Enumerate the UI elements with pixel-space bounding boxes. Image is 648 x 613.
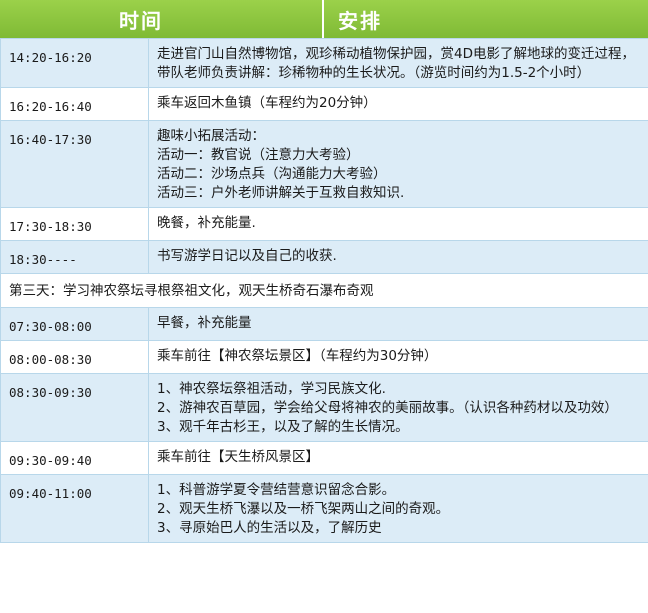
schedule-document: 时间 安排 14:20-16:20 走进官门山自然博物馆，观珍稀动植物保护园，赏…	[0, 0, 648, 613]
plan-line: 活动三：户外老师讲解关于互救自救知识.	[157, 185, 405, 201]
day-heading-row: 第三天：学习神农祭坛寻根祭祖文化，观天生桥奇石瀑布奇观	[0, 273, 648, 308]
plan-line: 1、神农祭坛祭祖活动，学习民族文化.	[157, 381, 386, 397]
row-plan: 走进官门山自然博物馆，观珍稀动植物保护园，赏4D电影了解地球的变迁过程，带队老师…	[148, 38, 648, 88]
table-row: 08:30-09:30 1、神农祭坛祭祖活动，学习民族文化. 2、游神农百草园，…	[0, 373, 648, 442]
row-time: 08:30-09:30	[0, 373, 149, 442]
row-plan: 1、科普游学夏令营结营意识留念合影。 2、观天生桥飞瀑以及一桥飞架两山之间的奇观…	[148, 474, 648, 543]
row-plan: 1、神农祭坛祭祖活动，学习民族文化. 2、游神农百草园，学会给父母将神农的美丽故…	[148, 373, 648, 442]
row-time: 09:40-11:00	[0, 474, 149, 543]
row-time: 17:30-18:30	[0, 207, 149, 241]
plan-line: 乘车前往【神农祭坛景区】（车程约为30分钟）	[157, 348, 438, 364]
plan-line: 3、寻原始巴人的生活以及，了解历史	[157, 520, 382, 536]
header-time: 时间	[0, 0, 324, 38]
row-plan: 趣味小拓展活动： 活动一：教官说（注意力大考验） 活动二：沙场点兵（沟通能力大考…	[148, 120, 648, 208]
plan-line: 趣味小拓展活动：	[157, 128, 265, 144]
plan-line: 2、观天生桥飞瀑以及一桥飞架两山之间的奇观。	[157, 501, 450, 517]
table-row: 09:30-09:40 乘车前往【天生桥风景区】	[0, 441, 648, 475]
table-row: 14:20-16:20 走进官门山自然博物馆，观珍稀动植物保护园，赏4D电影了解…	[0, 38, 648, 88]
plan-line: 活动一：教官说（注意力大考验）	[157, 147, 360, 163]
table-row: 07:30-08:00 早餐，补充能量	[0, 307, 648, 341]
row-time: 16:40-17:30	[0, 120, 149, 208]
plan-line: 2、游神农百草园，学会给父母将神农的美丽故事。（认识各种药材以及功效）	[157, 400, 618, 416]
row-plan: 乘车前往【天生桥风景区】	[148, 441, 648, 475]
row-plan: 晚餐，补充能量.	[148, 207, 648, 241]
table-row: 08:00-08:30 乘车前往【神农祭坛景区】（车程约为30分钟）	[0, 340, 648, 374]
row-time: 08:00-08:30	[0, 340, 149, 374]
table-header: 时间 安排	[0, 0, 648, 38]
row-time: 09:30-09:40	[0, 441, 149, 475]
schedule-table: 14:20-16:20 走进官门山自然博物馆，观珍稀动植物保护园，赏4D电影了解…	[0, 38, 648, 543]
row-time: 14:20-16:20	[0, 38, 149, 88]
row-plan: 乘车前往【神农祭坛景区】（车程约为30分钟）	[148, 340, 648, 374]
plan-line: 活动二：沙场点兵（沟通能力大考验）	[157, 166, 387, 182]
table-row: 17:30-18:30 晚餐，补充能量.	[0, 207, 648, 241]
plan-line: 1、科普游学夏令营结营意识留念合影。	[157, 482, 396, 498]
table-row: 16:20-16:40 乘车返回木鱼镇（车程约为20分钟）	[0, 87, 648, 121]
plan-line: 走进官门山自然博物馆，观珍稀动植物保护园，赏4D电影了解地球的变迁过程，带队老师…	[157, 46, 635, 81]
row-time: 18:30----	[0, 240, 149, 274]
plan-line: 晚餐，补充能量.	[157, 215, 256, 231]
table-row: 16:40-17:30 趣味小拓展活动： 活动一：教官说（注意力大考验） 活动二…	[0, 120, 648, 208]
plan-line: 乘车返回木鱼镇（车程约为20分钟）	[157, 95, 377, 111]
plan-line: 早餐，补充能量	[157, 315, 252, 331]
row-plan: 书写游学日记以及自己的收获.	[148, 240, 648, 274]
row-plan: 早餐，补充能量	[148, 307, 648, 341]
row-plan: 乘车返回木鱼镇（车程约为20分钟）	[148, 87, 648, 121]
row-time: 16:20-16:40	[0, 87, 149, 121]
plan-line: 3、观千年古杉王，以及了解的生长情况。	[157, 419, 409, 435]
table-row: 18:30---- 书写游学日记以及自己的收获.	[0, 240, 648, 274]
header-plan: 安排	[338, 8, 382, 33]
table-row: 09:40-11:00 1、科普游学夏令营结营意识留念合影。 2、观天生桥飞瀑以…	[0, 474, 648, 543]
plan-line: 乘车前往【天生桥风景区】	[157, 449, 319, 465]
plan-line: 书写游学日记以及自己的收获.	[157, 248, 337, 264]
row-time: 07:30-08:00	[0, 307, 149, 341]
day-heading: 第三天：学习神农祭坛寻根祭祖文化，观天生桥奇石瀑布奇观	[0, 273, 648, 308]
